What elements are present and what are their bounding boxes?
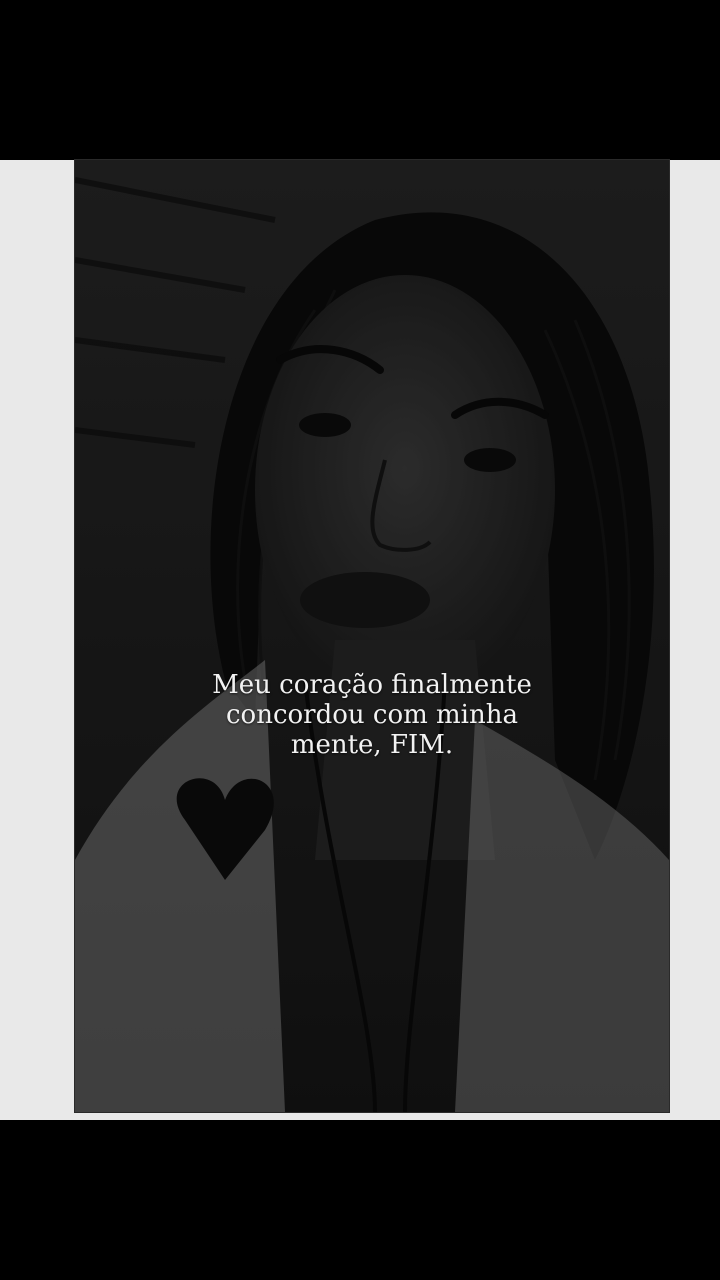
story-screen: Meu coração finalmente concordou com min…	[0, 0, 720, 1280]
caption-line: concordou com minha	[225, 700, 518, 730]
story-caption: Meu coração finalmente concordou com min…	[75, 670, 669, 760]
story-photo[interactable]: Meu coração finalmente concordou com min…	[75, 160, 669, 1112]
caption-line: Meu coração finalmente	[212, 670, 532, 700]
caption-line: mente, FIM.	[290, 730, 454, 760]
portrait-image	[75, 160, 669, 1112]
photo-mat: Meu coração finalmente concordou com min…	[0, 160, 720, 1120]
